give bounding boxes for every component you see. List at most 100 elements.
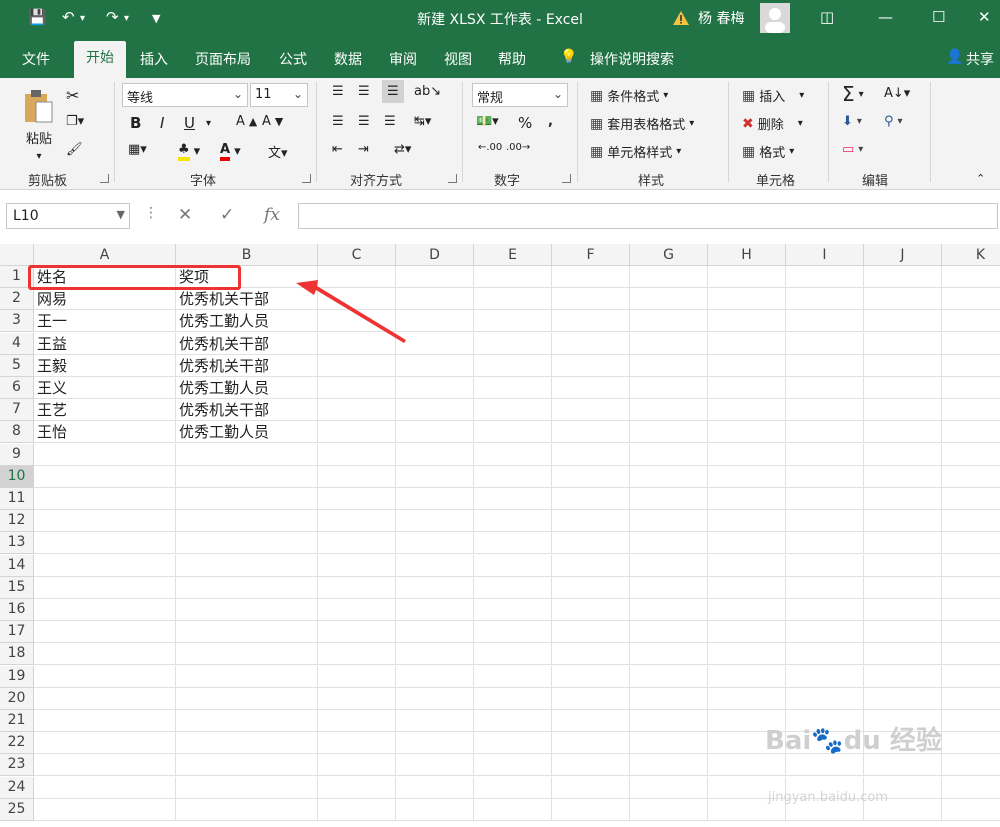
cell-f16[interactable] [552, 599, 630, 621]
format-cells-button[interactable]: ▦ 格式 ▾ [742, 142, 794, 162]
cell-g6[interactable] [630, 377, 708, 399]
cell-h7[interactable] [708, 399, 786, 422]
cell-b7[interactable]: 优秀机关干部 [176, 399, 318, 422]
cell-f21[interactable] [552, 710, 630, 732]
column-header-a[interactable]: A [34, 244, 176, 266]
cell-a8[interactable]: 王怡 [34, 421, 176, 444]
row-header-15[interactable]: 15 [0, 576, 34, 599]
cell-e4[interactable] [474, 332, 552, 355]
cell-h6[interactable] [708, 377, 786, 399]
cell-j19[interactable] [864, 665, 942, 688]
cell-h20[interactable] [708, 687, 786, 710]
wrap-text-icon[interactable]: ↹▾ [414, 114, 431, 129]
cell-k1[interactable] [942, 266, 1000, 288]
autosum-icon[interactable]: Σ ▾ [842, 82, 864, 106]
align-right-icon[interactable]: ☰ [384, 114, 396, 129]
cell-g16[interactable] [630, 599, 708, 621]
cell-i19[interactable] [786, 665, 864, 688]
cell-a16[interactable] [34, 599, 176, 621]
cell-c6[interactable] [318, 377, 396, 399]
enter-icon[interactable]: ✓ [220, 205, 234, 225]
cell-g23[interactable] [630, 754, 708, 777]
cell-e10[interactable] [474, 465, 552, 488]
cell-a10[interactable] [34, 465, 176, 488]
cell-e17[interactable] [474, 621, 552, 644]
cell-f15[interactable] [552, 576, 630, 599]
cell-j18[interactable] [864, 643, 942, 666]
cell-d24[interactable] [396, 776, 474, 799]
cell-k21[interactable] [942, 710, 1000, 732]
cell-g11[interactable] [630, 488, 708, 510]
cell-i23[interactable] [786, 754, 864, 777]
cell-a12[interactable] [34, 510, 176, 533]
tab-data[interactable]: 数据 [334, 47, 362, 71]
insert-function-icon[interactable]: fx [264, 205, 280, 225]
select-all-corner[interactable] [0, 244, 34, 266]
cell-c15[interactable] [318, 576, 396, 599]
cell-i9[interactable] [786, 443, 864, 466]
cell-c22[interactable] [318, 732, 396, 755]
cell-k9[interactable] [942, 444, 1000, 466]
cell-d8[interactable] [396, 421, 474, 444]
cell-i5[interactable] [786, 354, 864, 377]
cell-f4[interactable] [552, 332, 630, 355]
cell-j20[interactable] [864, 687, 942, 710]
format-as-table-button[interactable]: ▦ 套用表格格式 ▾ [590, 114, 694, 134]
row-header-8[interactable]: 8 [0, 421, 34, 444]
clear-icon[interactable]: ▭ ▾ [842, 142, 863, 157]
row-header-11[interactable]: 11 [0, 488, 34, 510]
cell-e7[interactable] [474, 399, 552, 422]
cell-h3[interactable] [708, 310, 786, 333]
cell-i6[interactable] [786, 377, 864, 399]
percent-button[interactable]: % [518, 114, 532, 132]
cell-d20[interactable] [396, 687, 474, 710]
orientation-icon[interactable]: ab↘ [414, 84, 441, 99]
cell-f1[interactable] [552, 266, 630, 288]
cell-d14[interactable] [396, 554, 474, 577]
cell-g1[interactable] [630, 266, 708, 288]
cell-a21[interactable] [34, 710, 176, 732]
cell-b24[interactable] [176, 776, 318, 799]
cell-c10[interactable] [318, 465, 396, 488]
cell-i18[interactable] [786, 643, 864, 666]
cell-a13[interactable] [34, 532, 176, 555]
cell-i3[interactable] [786, 310, 864, 333]
sort-filter-icon[interactable]: A↓▾ [884, 86, 910, 101]
cell-k25[interactable] [942, 799, 1000, 821]
cell-i12[interactable] [786, 510, 864, 533]
tab-help[interactable]: 帮助 [498, 47, 526, 71]
close-icon[interactable]: ✕ [978, 8, 991, 26]
cell-k5[interactable] [942, 355, 1000, 377]
row-header-20[interactable]: 20 [0, 687, 34, 710]
cell-c7[interactable] [318, 399, 396, 422]
cell-c13[interactable] [318, 532, 396, 555]
cell-j5[interactable] [864, 354, 942, 377]
tab-view[interactable]: 视图 [444, 47, 472, 71]
cell-e16[interactable] [474, 599, 552, 621]
column-header-i[interactable]: I [786, 244, 864, 266]
cell-b25[interactable] [176, 798, 318, 821]
cell-a17[interactable] [34, 621, 176, 644]
row-header-24[interactable]: 24 [0, 776, 34, 799]
cell-f13[interactable] [552, 532, 630, 555]
cell-g7[interactable] [630, 399, 708, 422]
cancel-icon[interactable]: ✕ [178, 205, 192, 225]
cell-h5[interactable] [708, 354, 786, 377]
cell-j6[interactable] [864, 377, 942, 399]
cell-i10[interactable] [786, 465, 864, 488]
font-name-select[interactable]: 等线 ⌄ [122, 83, 248, 107]
cell-g24[interactable] [630, 776, 708, 799]
find-select-icon[interactable]: ⚲ ▾ [884, 114, 903, 129]
cell-c20[interactable] [318, 687, 396, 710]
cell-f10[interactable] [552, 465, 630, 488]
row-header-9[interactable]: 9 [0, 443, 34, 466]
cell-c8[interactable] [318, 421, 396, 444]
cell-i11[interactable] [786, 488, 864, 510]
cell-i8[interactable] [786, 421, 864, 444]
cell-j14[interactable] [864, 554, 942, 577]
cell-h13[interactable] [708, 532, 786, 555]
cell-j15[interactable] [864, 576, 942, 599]
cell-f8[interactable] [552, 421, 630, 444]
cell-h12[interactable] [708, 510, 786, 533]
cell-d6[interactable] [396, 377, 474, 399]
